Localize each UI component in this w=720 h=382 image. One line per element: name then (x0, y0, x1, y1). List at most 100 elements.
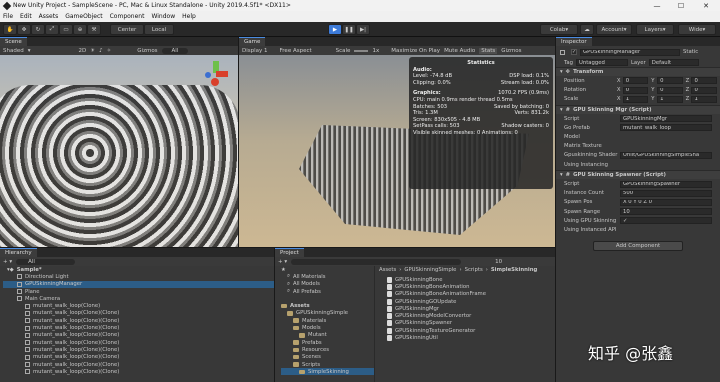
hierarchy-item[interactable]: mutant_walk_loop(Clone)(Clone) (3, 324, 274, 331)
hierarchy-item[interactable]: mutant_walk_loop(Clone)(Clone) (3, 339, 274, 346)
script-file[interactable]: GPUSkinningGOUpdate (387, 298, 547, 305)
transform-z-field[interactable]: 1 (691, 95, 717, 103)
project-folder[interactable]: Prefabs (281, 339, 374, 346)
spawner-row-value[interactable]: 10 (620, 208, 712, 216)
layers-button[interactable]: Layers ▾ (636, 24, 674, 35)
hierarchy-item[interactable]: mutant_walk_loop(Clone)(Clone) (3, 346, 274, 353)
script-file[interactable]: GPUSkinningBone (387, 276, 547, 283)
spawner-component-header[interactable]: ▾ # GPU Skinning Spawner (Script) (556, 170, 720, 180)
menu-help[interactable]: Help (182, 13, 196, 20)
tab-project[interactable]: Project (275, 248, 304, 257)
favorite-item[interactable]: ⌕ All Prefabs (281, 288, 374, 295)
hierarchy-search-input[interactable]: All (16, 258, 75, 265)
spawner-row-value[interactable]: 500 (620, 189, 712, 197)
mute-audio-toggle[interactable]: Mute Audio (444, 48, 475, 54)
add-component-button[interactable]: Add Component (593, 240, 683, 251)
script-file[interactable]: GPUSkinningModelConvertor (387, 312, 547, 320)
transform-tool-button[interactable]: ⊕ (73, 24, 87, 35)
hierarchy-item[interactable]: ▾◆ Sample* (3, 266, 274, 273)
close-icon[interactable]: ✕ (697, 0, 715, 11)
menu-file[interactable]: File (3, 13, 13, 20)
custom-tool-button[interactable]: ⚒ (87, 24, 101, 35)
favorite-item[interactable]: ⌕ All Materials (281, 273, 374, 280)
scale-slider[interactable] (354, 49, 369, 52)
scale-tool-button[interactable]: ⤢ (45, 24, 59, 35)
play-button[interactable]: ▶ (328, 24, 342, 35)
transform-z-field[interactable]: 0 (691, 86, 717, 94)
collab-button[interactable]: Colab ▾ (540, 24, 578, 35)
hierarchy-item[interactable]: Plane (3, 288, 274, 295)
mgr-component-header[interactable]: ▾ # GPU Skinning Mgr (Script) (556, 104, 720, 115)
account-button[interactable]: Account ▾ (596, 24, 632, 35)
project-folder[interactable]: Resources (281, 346, 374, 353)
project-folder[interactable]: Materials (281, 317, 374, 324)
spawner-row-value[interactable]: ✓ (620, 217, 712, 225)
hierarchy-item[interactable]: mutant_walk_loop(Clone)(Clone) (3, 317, 274, 324)
game-gizmos-dropdown[interactable]: Gizmos (501, 48, 521, 54)
breadcrumb-scripts[interactable]: Scripts (465, 267, 483, 273)
move-tool-button[interactable]: ✥ (17, 24, 31, 35)
menu-window[interactable]: Window (151, 13, 175, 20)
rect-tool-button[interactable]: ▭ (59, 24, 73, 35)
layout-button[interactable]: Wide ▾ (678, 24, 716, 35)
cloud-button[interactable]: ☁ (580, 24, 594, 35)
lighting-icon[interactable]: ☀ (90, 48, 95, 54)
breadcrumb-assets[interactable]: Assets (379, 267, 396, 273)
hierarchy-item[interactable]: mutant_walk_loop(Clone) (3, 302, 274, 309)
project-folder[interactable]: Scenes (281, 354, 374, 361)
favorite-item[interactable]: ⌕ All Models (281, 281, 374, 288)
breadcrumb-simpleskinning[interactable]: SimpleSkinning (491, 267, 537, 273)
project-folder[interactable]: Assets (281, 302, 374, 309)
tab-hierarchy[interactable]: Hierarchy (0, 248, 37, 257)
tab-game[interactable]: Game (239, 37, 266, 46)
script-file[interactable]: GPUSkinningSpawner (387, 320, 547, 327)
menu-edit[interactable]: Edit (20, 13, 32, 20)
mgr-row-value[interactable]: mutant_walk_loop (620, 124, 712, 132)
rotate-tool-button[interactable]: ↻ (31, 24, 45, 35)
active-checkbox[interactable]: ✓ (571, 49, 577, 55)
tab-inspector[interactable]: Inspector (556, 37, 592, 46)
pause-button[interactable]: ❚❚ (342, 24, 356, 35)
menu-assets[interactable]: Assets (39, 13, 59, 20)
hierarchy-item[interactable]: Directional Light (3, 273, 274, 280)
hierarchy-item[interactable]: mutant_walk_loop(Clone)(Clone) (3, 361, 274, 368)
2d-toggle[interactable]: 2D (78, 48, 86, 54)
spawner-row-value[interactable]: X 0 Y 0 Z 0 (620, 198, 712, 206)
maximize-icon[interactable]: ☐ (672, 0, 690, 11)
aspect-dropdown[interactable]: Free Aspect (280, 48, 312, 54)
tag-dropdown[interactable]: Untagged (575, 59, 628, 67)
menu-component[interactable]: Component (110, 13, 145, 20)
scene-viewport[interactable] (0, 55, 238, 247)
breadcrumb-gpuskinningsimple[interactable]: GPUSkinningSimple (404, 267, 456, 273)
hierarchy-item[interactable]: GPUSkinningManager (3, 280, 274, 288)
mgr-row-value[interactable]: GPUSkinningMgr (620, 115, 712, 123)
stats-toggle[interactable]: Stats (479, 47, 498, 54)
script-file[interactable]: GPUSkinningUtil (387, 334, 547, 342)
gizmos-dropdown[interactable]: Gizmos (137, 48, 157, 54)
audio-icon[interactable]: ♪ (99, 48, 103, 54)
fx-icon[interactable]: ✧ (107, 48, 112, 54)
transform-x-field[interactable]: 0 (622, 77, 649, 85)
object-name-field[interactable]: GPUSkinningManager (580, 48, 680, 56)
step-button[interactable]: ▶| (356, 24, 370, 35)
transform-x-field[interactable]: 0 (622, 86, 649, 94)
transform-z-field[interactable]: 0 (691, 77, 717, 85)
mgr-row-value[interactable]: Unlit/GPUSkinningSimpleSha (620, 151, 712, 159)
script-file[interactable]: GPUSkinningBoneAnimation (387, 283, 547, 290)
pivot-local-button[interactable]: Local (144, 24, 174, 35)
transform-y-field[interactable]: 0 (657, 86, 683, 94)
transform-y-field[interactable]: 0 (657, 77, 683, 85)
hierarchy-item[interactable]: mutant_walk_loop(Clone)(Clone) (3, 354, 274, 361)
project-folder[interactable]: Models (281, 324, 374, 331)
hierarchy-item[interactable]: mutant_walk_loop(Clone)(Clone) (3, 332, 274, 339)
hand-tool-button[interactable]: ✋ (3, 24, 17, 35)
display-dropdown[interactable]: Display 1 (242, 48, 268, 54)
hierarchy-item[interactable]: mutant_walk_loop(Clone)(Clone) (3, 310, 274, 317)
hierarchy-item[interactable]: mutant_walk_loop(Clone)(Clone) (3, 368, 274, 375)
hierarchy-item[interactable]: Main Camera (3, 295, 274, 302)
script-file[interactable]: GPUSkinningTextureGenerator (387, 327, 547, 334)
layer-dropdown[interactable]: Default (648, 59, 699, 67)
create-dropdown[interactable]: + ▾ (3, 259, 12, 265)
project-folder[interactable]: SimpleSkinning (281, 368, 374, 376)
shading-dropdown[interactable]: Shaded (3, 48, 24, 54)
